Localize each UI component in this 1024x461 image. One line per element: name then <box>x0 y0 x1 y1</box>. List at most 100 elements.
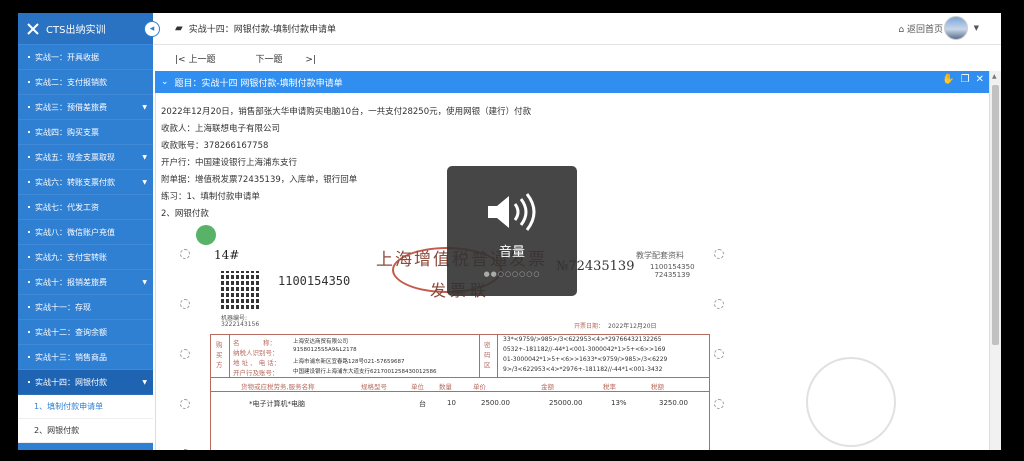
logo-icon <box>27 22 39 35</box>
question-line: 收款人：上海联想电子有限公司 <box>161 124 281 134</box>
column-header: 税额 <box>651 383 664 391</box>
machine-number: 3222143156 <box>221 321 260 328</box>
sidebar-subitem[interactable]: 1、填制付款申请单 <box>18 395 153 419</box>
field-label: 称： <box>263 339 276 347</box>
right-number: 72435139 <box>654 271 691 279</box>
caret-down-icon: ▼ <box>142 103 147 111</box>
sidebar-item[interactable]: 实战五：现金支票取现 ▼ <box>18 145 153 170</box>
right-black-bar <box>1001 0 1024 461</box>
question-header: ⌄ 题目：实战十四 网银付款-填制付款申请单 ✋ ❐ ✕ <box>155 71 989 93</box>
bullet-icon <box>28 206 30 208</box>
scroll-up-icon[interactable]: ▲ <box>992 73 997 80</box>
collapse-sidebar-icon[interactable]: ◂ <box>144 21 160 37</box>
side-label: 购 <box>216 341 223 349</box>
sidebar-item-label: 实战十四：网银付款 <box>35 377 107 387</box>
binding-hole <box>180 249 190 259</box>
buyer-bank: 中国建设银行上海浦东大道支行6217001258430012586 <box>293 369 437 375</box>
sidebar-item[interactable]: 实战十四：网银付款 ▼ <box>18 370 153 395</box>
bullet-icon <box>28 306 30 308</box>
avatar[interactable] <box>944 16 968 40</box>
sidebar-item-label: 实战二：支付报销款 <box>35 77 107 87</box>
volume-icon <box>488 193 536 231</box>
sidebar-item-label: 实战八：微信账户充值 <box>35 227 115 237</box>
cipher-line: 0532+-181182//-44*1<001-3000042*1>5+<6>>… <box>503 346 666 353</box>
cipher-line: 01-3000042*1>5+<6>>1633*<9759/>985>/3<62… <box>503 356 668 363</box>
app-title: CTS出纳实训 <box>46 25 106 36</box>
sidebar-item[interactable]: 实战二：支付报销款 <box>18 70 153 95</box>
sidebar-item[interactable]: 实战八：微信账户充值 <box>18 220 153 245</box>
item-cell: 10 <box>447 399 456 407</box>
sidebar-item[interactable]: 实战九：支付宝转账 <box>18 245 153 270</box>
side-label: 区 <box>484 361 491 369</box>
bullet-icon <box>28 181 30 183</box>
window-icon[interactable]: ❐ <box>961 74 970 85</box>
item-cell: *电子计算机*电脑 <box>249 400 305 408</box>
bullet-icon <box>28 381 30 383</box>
next-label: 下一题 <box>255 54 283 65</box>
side-label: 密 <box>484 341 491 349</box>
invoice-date: 2022年12月20日 <box>608 323 657 330</box>
sidebar-item-label: 实战九：支付宝转账 <box>35 252 107 262</box>
sidebar-nav: 实战一：开具收据 实战二：支付报销款实战三：预借差旅费 ▼ 实战四：购买支票 实战五：现… <box>18 45 153 443</box>
sidebar-item-label: 实战十：报销差旅费 <box>35 277 107 287</box>
scrollbar[interactable]: ▲ <box>989 71 1001 450</box>
scrollbar-thumb[interactable] <box>992 85 999 345</box>
next-button[interactable]: 下一题 >| <box>255 52 315 65</box>
app-logo: CTS出纳实训 <box>18 13 153 45</box>
caret-down-icon: ▼ <box>142 178 147 186</box>
item-cell: 13% <box>611 399 627 407</box>
breadcrumb: 实战十四：网银付款-填制付款申请单 <box>188 25 336 35</box>
side-label: 买 <box>216 351 223 359</box>
column-header: 数量 <box>439 383 452 391</box>
item-cell: 台 <box>419 400 426 408</box>
cursor-marker <box>196 225 216 245</box>
sidebar: CTS出纳实训 实战一：开具收据 实战二：支付报销款实战三：预借差旅费 ▼ 实战四：购… <box>18 13 153 450</box>
bullet-icon <box>28 256 30 258</box>
question-line: 收款账号：378266167758 <box>161 141 269 151</box>
column-header: 税率 <box>603 383 616 391</box>
buyer-name: 上海安达商贸有限公司 <box>293 339 349 345</box>
chevron-down-icon[interactable]: ▼ <box>974 24 979 32</box>
sidebar-subitem[interactable]: 2、网银付款 <box>18 419 153 443</box>
column-header: 规格型号 <box>361 383 387 391</box>
chevron-down-icon[interactable]: ⌄ <box>161 77 169 87</box>
binding-hole <box>714 399 724 409</box>
volume-overlay: 音量 ●●○○○○○○ <box>447 166 577 296</box>
hand-icon[interactable]: ✋ <box>942 74 954 85</box>
sidebar-item[interactable]: 实战十三：销售商品 <box>18 345 153 370</box>
watermark-seal <box>806 357 896 447</box>
sidebar-item-label: 实战六：转账支票付款 <box>35 177 115 187</box>
column-header: 单位 <box>411 383 424 391</box>
invoice-grid: 购 买 方 密 码 区 名 称： 纳税人识别号： 地 址 、 电 话： 开户行及… <box>210 334 710 450</box>
bullet-icon <box>28 231 30 233</box>
close-icon[interactable]: ✕ <box>976 74 984 85</box>
sidebar-item-label: 实战十一：存现 <box>35 302 91 312</box>
sidebar-item[interactable]: 实战三：预借差旅费 ▼ <box>18 95 153 120</box>
sidebar-item-label: 实战一：开具收据 <box>35 52 99 62</box>
bullet-icon <box>28 156 30 158</box>
sidebar-item[interactable]: 实战六：转账支票付款 ▼ <box>18 170 153 195</box>
binding-hole <box>180 349 190 359</box>
sidebar-item[interactable]: 实战七：代发工资 <box>18 195 153 220</box>
item-cell: 2500.00 <box>481 399 510 407</box>
sidebar-item[interactable]: 实战十二：查询余额 <box>18 320 153 345</box>
cipher-line: 33*<9759/>985>/3<622953<4>*2976643213226… <box>503 336 662 343</box>
question-title: 题目：实战十四 网银付款-填制付款申请单 <box>174 78 343 89</box>
side-label: 方 <box>216 361 223 369</box>
prev-button[interactable]: |< 上一题 <box>175 52 235 65</box>
home-label: 返回首页 <box>906 25 943 35</box>
field-label: 纳税人识别号： <box>233 349 279 357</box>
sidebar-item[interactable]: 实战四：购买支票 <box>18 120 153 145</box>
sidebar-item[interactable]: 实战一：开具收据 <box>18 45 153 70</box>
field-label: 开户行及账号： <box>233 369 279 377</box>
home-link[interactable]: ⌂ 返回首页 <box>898 22 943 35</box>
bullet-icon <box>28 331 30 333</box>
left-black-bar <box>0 0 18 461</box>
sidebar-item[interactable]: 实战十：报销差旅费 ▼ <box>18 270 153 295</box>
bullet-icon <box>28 131 30 133</box>
bullet-icon <box>28 281 30 283</box>
qr-code-pattern <box>221 271 259 309</box>
sidebar-item[interactable]: 实战十一：存现 <box>18 295 153 320</box>
caret-down-icon: ▼ <box>142 153 147 161</box>
cipher-line: 9>/3<622953<4>*2976+-181182//-44*1<001-3… <box>503 366 663 373</box>
